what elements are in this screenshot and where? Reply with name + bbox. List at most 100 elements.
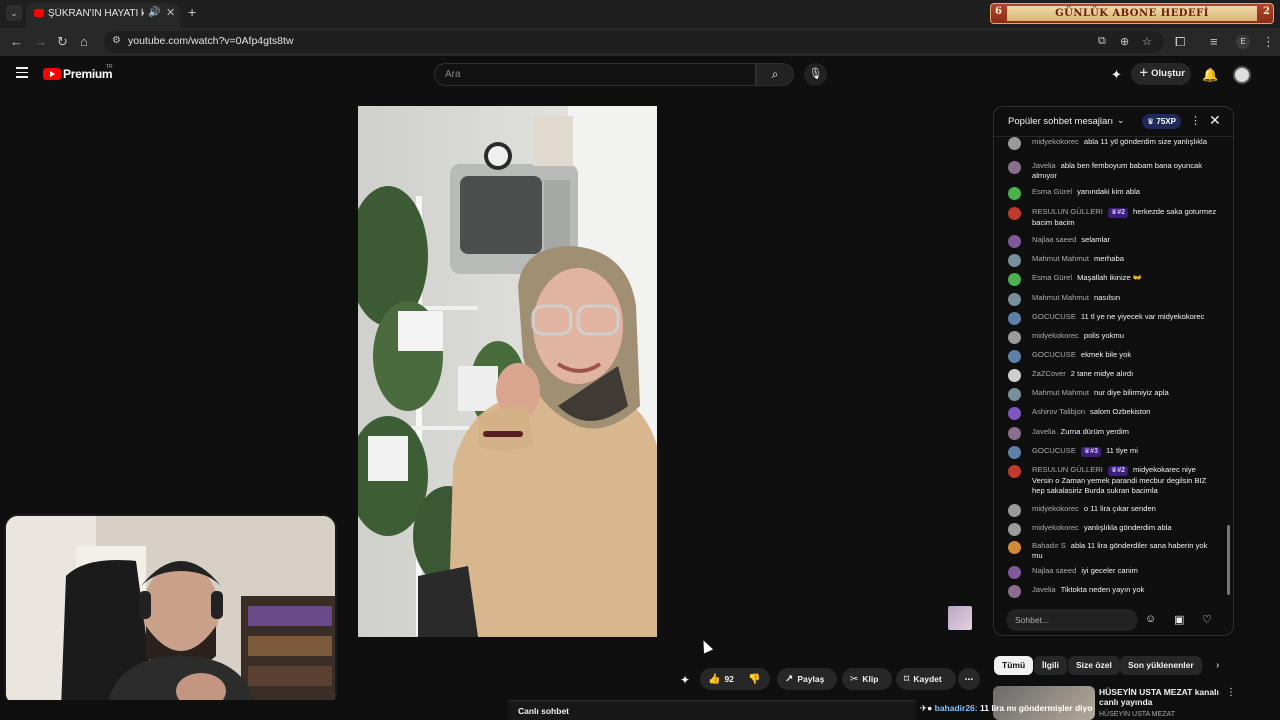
chat-message[interactable]: Esma Gürel Maşallah ikinize 👐 (1008, 273, 1218, 286)
chat-message[interactable]: Mahmut Mahmut nasılsın (1008, 293, 1218, 306)
chat-message[interactable]: Mahmut Mahmut nur diye bilirmiyiz apla (1008, 388, 1218, 401)
chat-author-avatar[interactable] (1008, 331, 1021, 344)
dislike-button[interactable]: 👎 (748, 668, 764, 691)
new-tab-icon[interactable]: + (188, 5, 196, 19)
zoom-icon[interactable]: ⊕ (1120, 35, 1129, 48)
chat-author-avatar[interactable] (1008, 585, 1021, 598)
chat-author-avatar[interactable] (1008, 293, 1021, 306)
tab-close-icon[interactable]: ✕ (166, 6, 175, 19)
like-button[interactable]: 👍 92 (708, 668, 734, 691)
chat-author-avatar[interactable] (1008, 446, 1021, 459)
chat-author-name[interactable]: Mahmut Mahmut (1032, 254, 1089, 263)
video-player[interactable] (358, 106, 657, 637)
chat-message[interactable]: Najlaa saeed selamlar (1008, 235, 1218, 248)
chat-author-name[interactable]: midyekokorec (1032, 523, 1079, 532)
chat-author-name[interactable]: Najlaa saeed (1032, 566, 1076, 575)
chat-author-avatar[interactable] (1008, 273, 1021, 286)
back-icon[interactable]: ← (10, 34, 23, 50)
remix-icon[interactable]: ✦ (680, 673, 690, 687)
chat-message[interactable]: GOCUCUSE ♛#3 11 tlye mi (1008, 446, 1218, 459)
cast-icon[interactable]: ⧉ (1098, 35, 1106, 48)
chat-message[interactable]: RESULUN GÜLLERI ♛#2 midyekokarec niye Vers… (1008, 465, 1218, 495)
heart-icon[interactable]: ♡ (1202, 613, 1212, 626)
account-avatar[interactable] (1233, 66, 1251, 84)
chat-message[interactable]: midyekokorec polis yokmu (1008, 331, 1218, 344)
chat-author-name[interactable]: Javelia (1032, 161, 1056, 170)
recommendation-more-icon[interactable]: ⋮ (1226, 687, 1236, 698)
chat-message[interactable]: midyekokorec o 11 lira çıkar senden (1008, 504, 1218, 517)
chat-author-name[interactable]: Mahmut Mahmut (1032, 293, 1089, 302)
chat-message[interactable]: RESULUN GÜLLERI ♛#2 herkezde saka goturmez… (1008, 207, 1218, 228)
share-button[interactable]: ↗ Paylaş (777, 668, 837, 690)
filter-chip[interactable]: Tümü (994, 656, 1034, 675)
search-input[interactable]: Ara (434, 63, 756, 86)
browser-menu-icon[interactable]: ⋮ (1262, 34, 1275, 50)
emoji-icon[interactable]: ☺ (1145, 613, 1156, 625)
chat-author-avatar[interactable] (1008, 350, 1021, 363)
extensions-icon[interactable]: ⧠ (1175, 34, 1185, 50)
reload-icon[interactable]: ↻ (57, 34, 68, 50)
site-info-icon[interactable]: ⚙ (112, 35, 121, 46)
active-tab[interactable]: ŞÜKRAN'IN HAYATI kanalı c 🔊 ✕ (26, 3, 180, 28)
recommendation-title[interactable]: HÜSEYİN USTA MEZAT kanalı canlı yayında (1099, 687, 1221, 707)
chat-author-name[interactable]: Bahadır S (1032, 541, 1066, 550)
chat-author-name[interactable]: ZaZCover (1032, 369, 1066, 378)
chat-author-avatar[interactable] (1008, 427, 1021, 440)
chat-mode-selector[interactable]: Popüler sohbet mesajları (1008, 116, 1113, 127)
chat-close-icon[interactable]: ✕ (1209, 112, 1221, 129)
chat-message[interactable]: Javelia abla ben femboyum babam bana oyun… (1008, 161, 1218, 180)
tab-search-dropdown-icon[interactable]: ⌄ (6, 5, 22, 21)
bookmark-star-icon[interactable]: ☆ (1142, 35, 1152, 48)
forward-icon[interactable]: → (34, 34, 47, 50)
chat-author-avatar[interactable] (1008, 541, 1021, 554)
chat-more-options-icon[interactable]: ⋮ (1190, 114, 1201, 127)
chat-message[interactable]: Esma Gürel yanındaki kim abla (1008, 187, 1218, 200)
notifications-bell-icon[interactable]: 🔔 (1202, 67, 1218, 83)
save-button[interactable]: ⌑ Kaydet (896, 668, 956, 690)
youtube-brand-text[interactable]: Premium (63, 67, 113, 81)
chat-author-name[interactable]: Mahmut Mahmut (1032, 388, 1089, 397)
chat-author-avatar[interactable] (1008, 254, 1021, 267)
chat-message[interactable]: Ashirov Talibjon salom Ozbekiston (1008, 407, 1218, 420)
chat-message[interactable]: Bahadır Sabla 11 lira gönderdiler sana h… (1008, 541, 1218, 560)
chat-author-avatar[interactable] (1008, 161, 1021, 174)
chat-message[interactable]: GOCUCUSE 11 tl ye ne yiyecek var midyekok… (1008, 312, 1218, 325)
chat-author-avatar[interactable] (1008, 407, 1021, 420)
chat-author-name[interactable]: Javelia (1032, 427, 1056, 436)
chat-author-name[interactable]: GOCUCUSE (1032, 312, 1076, 321)
chat-message[interactable]: Mahmut Mahmut merhaba (1008, 254, 1218, 267)
chat-author-avatar[interactable] (1008, 566, 1021, 579)
xp-badge[interactable]: ♛ 75XP (1142, 114, 1181, 129)
search-button[interactable]: ⌕ (756, 63, 794, 86)
filter-chip[interactable]: İlgili (1034, 656, 1067, 675)
chat-message[interactable]: Javelia Tiktokta neden yayın yok (1008, 585, 1218, 598)
reading-list-icon[interactable]: ≡ (1210, 34, 1218, 50)
chat-author-name[interactable]: GOCUCUSE (1032, 446, 1076, 455)
address-bar[interactable]: ⚙ youtube.com/watch?v=0Afp4gts8tw ⧉ ⊕ ☆ (104, 31, 1164, 53)
youtube-logo-icon[interactable] (43, 68, 61, 80)
chat-author-name[interactable]: Najlaa saeed (1032, 235, 1076, 244)
chat-author-avatar[interactable] (1008, 523, 1021, 536)
tab-audio-icon[interactable]: 🔊 (148, 7, 160, 18)
super-chat-icon[interactable]: ▣ (1174, 613, 1184, 626)
chat-message[interactable]: GOCUCUSE ekmek bile yok (1008, 350, 1218, 363)
chat-input[interactable]: Sohbet... (1006, 609, 1138, 631)
create-button[interactable]: ＋ Oluştur (1131, 63, 1191, 85)
chat-author-name[interactable]: GOCUCUSE (1032, 350, 1076, 359)
chat-author-avatar[interactable] (1008, 465, 1021, 478)
clip-button[interactable]: ✂ Klip (842, 668, 892, 690)
recommendation-channel[interactable]: HÜSEYİN USTA MEZAT (1099, 711, 1175, 718)
gift-icon[interactable]: ✦ (1111, 67, 1122, 83)
chat-message[interactable]: midyekokorec abla 11 ytl gönderdim size y… (1008, 137, 1218, 150)
chat-message[interactable]: Najlaa saeed iyi geceler canim (1008, 566, 1218, 579)
chat-scrollbar[interactable] (1226, 139, 1231, 601)
chips-next-icon[interactable]: › (1216, 660, 1219, 671)
chat-author-name[interactable]: RESULUN GÜLLERI (1032, 207, 1103, 216)
chat-author-name[interactable]: Esma Gürel (1032, 273, 1072, 282)
chat-author-name[interactable]: midyekokorec (1032, 331, 1079, 340)
chat-message[interactable]: midyekokorec yanlışlıkla gönderdim abla (1008, 523, 1218, 536)
chat-author-name[interactable]: midyekokorec (1032, 137, 1079, 146)
more-actions-button[interactable]: ⋯ (958, 668, 980, 690)
chat-author-avatar[interactable] (1008, 388, 1021, 401)
filter-chip[interactable]: Size özel (1068, 656, 1120, 675)
